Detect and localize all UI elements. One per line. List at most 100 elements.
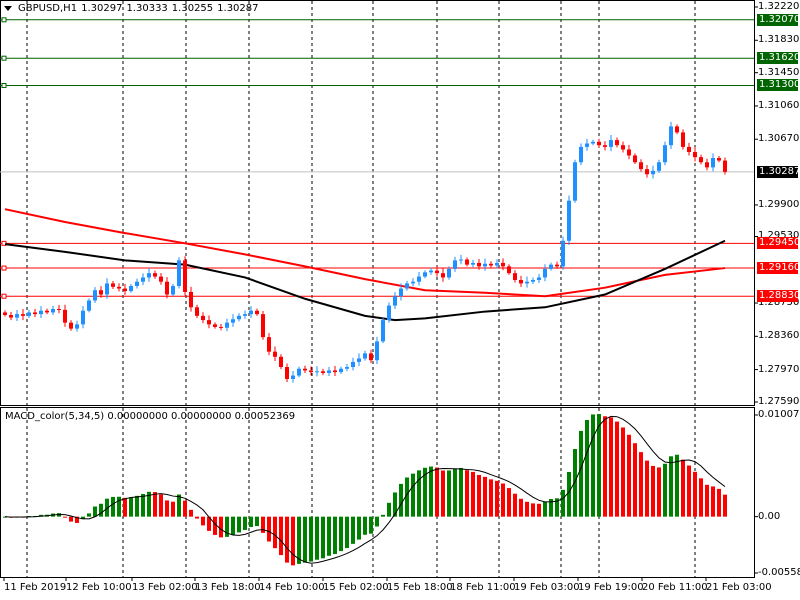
macd-histogram-bar xyxy=(231,516,235,536)
macd-histogram-bar xyxy=(237,516,241,533)
bull-candle xyxy=(243,314,247,316)
macd-histogram-bar xyxy=(153,492,157,517)
bull-candle xyxy=(399,288,403,297)
bear-candle xyxy=(57,309,61,311)
bull-candle xyxy=(429,270,433,273)
bull-candle xyxy=(567,200,571,241)
bear-candle xyxy=(207,320,211,325)
bear-candle xyxy=(333,370,337,373)
macd-histogram-bar xyxy=(183,500,187,517)
bull-candle xyxy=(549,264,553,269)
macd-histogram-bar xyxy=(627,434,631,517)
bull-candle xyxy=(129,285,133,292)
macd-histogram-bar xyxy=(663,463,667,517)
macd-histogram-bar xyxy=(711,486,715,517)
bear-candle xyxy=(201,315,205,321)
price-tick-label: 1.31830 xyxy=(758,34,800,46)
bear-candle xyxy=(723,160,727,172)
macd-histogram-bar xyxy=(381,514,385,517)
macd-histogram-bar xyxy=(585,419,589,517)
price-chart[interactable] xyxy=(0,0,800,600)
macd-histogram-bar xyxy=(267,516,271,542)
support-level-tag: 1.29160 xyxy=(757,262,800,275)
macd-histogram-bar xyxy=(705,484,709,517)
bear-candle xyxy=(63,309,67,323)
bull-candle xyxy=(381,320,385,342)
bull-candle xyxy=(15,314,19,318)
macd-histogram-bar xyxy=(435,467,439,517)
macd-histogram-bar xyxy=(573,449,577,517)
macd-tick-label: 0.00 xyxy=(758,510,781,522)
macd-histogram-bar xyxy=(483,476,487,517)
macd-histogram-bar xyxy=(387,502,391,517)
current-price-tag: 1.30287 xyxy=(757,165,800,178)
bull-candle xyxy=(363,353,367,359)
resistance-level-tag: 1.31300 xyxy=(757,79,800,92)
bear-candle xyxy=(645,169,649,175)
price-tick-label: 1.32220 xyxy=(758,1,800,12)
macd-histogram-bar xyxy=(699,478,703,517)
bull-candle xyxy=(135,281,139,286)
bull-candle xyxy=(171,285,175,295)
macd-histogram-bar xyxy=(351,516,355,544)
bear-candle xyxy=(33,312,37,315)
bear-candle xyxy=(633,155,637,163)
price-tick-label: 1.28360 xyxy=(758,330,800,342)
bear-candle xyxy=(159,276,163,282)
bear-candle xyxy=(621,145,625,150)
bear-candle xyxy=(615,140,619,146)
bull-candle xyxy=(81,310,85,325)
macd-histogram-bar xyxy=(519,498,523,517)
macd-histogram-bar xyxy=(129,497,133,517)
bull-candle xyxy=(453,260,457,269)
macd-histogram-bar xyxy=(669,456,673,517)
macd-histogram-bar xyxy=(321,516,325,559)
bull-candle xyxy=(459,259,463,261)
bull-candle xyxy=(417,276,421,282)
macd-histogram-bar xyxy=(681,459,685,517)
macd-histogram-bar xyxy=(87,513,91,517)
macd-histogram-bar xyxy=(99,503,103,517)
macd-histogram-bar xyxy=(723,494,727,517)
macd-histogram-bar xyxy=(477,474,481,517)
macd-histogram-bar xyxy=(165,500,169,517)
bear-candle xyxy=(309,370,313,373)
bull-candle xyxy=(711,158,715,168)
bear-candle xyxy=(705,162,709,168)
bear-candle xyxy=(441,273,445,278)
macd-histogram-bar xyxy=(489,479,493,517)
bear-candle xyxy=(321,371,325,373)
bull-candle xyxy=(411,281,415,284)
price-tick-label: 1.31060 xyxy=(758,99,800,111)
macd-histogram-bar xyxy=(141,493,145,517)
bear-candle xyxy=(219,326,223,328)
price-tick-label: 1.31450 xyxy=(758,66,800,78)
bear-candle xyxy=(489,263,493,266)
macd-histogram-bar xyxy=(375,516,379,527)
macd-histogram-bar xyxy=(249,516,253,528)
macd-histogram-bar xyxy=(507,488,511,517)
bull-candle xyxy=(423,272,427,277)
bull-candle xyxy=(669,126,673,146)
bull-candle xyxy=(657,162,661,171)
macd-histogram-bar xyxy=(201,516,205,526)
macd-histogram-bar xyxy=(111,496,115,517)
bull-candle xyxy=(75,324,79,329)
bull-candle xyxy=(327,370,331,373)
macd-histogram-bar xyxy=(171,501,175,517)
macd-histogram-bar xyxy=(441,470,445,517)
time-axis-label: 18 Feb 11:00 xyxy=(450,582,516,593)
bear-candle xyxy=(627,149,631,156)
bear-candle xyxy=(3,312,7,315)
level-anchor-icon xyxy=(1,82,7,88)
level-anchor-icon xyxy=(1,293,7,299)
bear-candle xyxy=(717,158,721,161)
macd-histogram-bar xyxy=(189,509,193,517)
price-tick-label: 1.30670 xyxy=(758,133,800,145)
macd-histogram-bar xyxy=(279,516,283,556)
macd-histogram-bar xyxy=(687,465,691,517)
bear-candle xyxy=(99,290,103,295)
bear-candle xyxy=(111,283,115,287)
bull-candle xyxy=(315,371,319,373)
bear-candle xyxy=(279,356,283,368)
